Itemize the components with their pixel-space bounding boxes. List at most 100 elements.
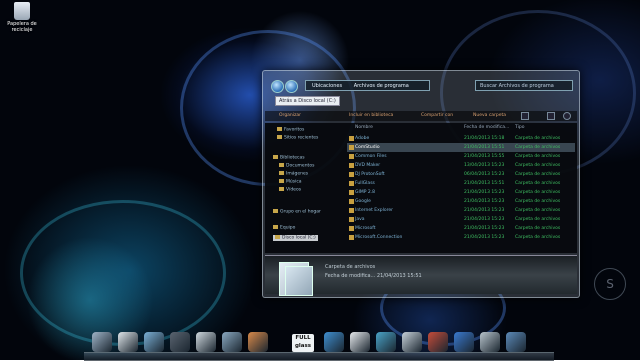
file-row[interactable]: GIMP 2.8 21/04/2013 15:23 Carpeta de archi… xyxy=(347,188,575,197)
include-in-library-button[interactable]: Incluir en biblioteca xyxy=(349,112,393,120)
file-row[interactable]: Java 21/04/2013 15:23 Carpeta de archivos xyxy=(347,215,575,224)
media-icon[interactable] xyxy=(454,332,474,352)
homegroup-icon xyxy=(273,209,278,213)
computer-icon[interactable] xyxy=(92,332,112,352)
gear-icon[interactable] xyxy=(402,332,422,352)
file-row[interactable]: ComStudio 21/04/2013 15:51 Carpeta de arch… xyxy=(347,143,575,152)
view-options-icon[interactable] xyxy=(521,112,529,120)
file-type: Carpeta de archivos xyxy=(515,181,561,186)
sidebar-item-images[interactable]: Imágenes xyxy=(279,171,308,177)
file-row[interactable]: Adobe 21/04/2013 15:18 Carpeta de archivos xyxy=(347,134,575,143)
file-row[interactable]: Google 21/04/2013 15:23 Carpeta de archivo… xyxy=(347,197,575,206)
file-type: Carpeta de archivos xyxy=(515,208,561,213)
file-type: Carpeta de archivos xyxy=(515,154,561,159)
folder-icon xyxy=(349,172,354,177)
details-pane: Carpeta de archivos Fecha de modifica...… xyxy=(265,255,577,296)
organize-button[interactable]: Organizar xyxy=(279,112,301,120)
star-icon xyxy=(277,127,282,131)
address-bar[interactable]: Ubicaciones Archivos de programa xyxy=(305,80,430,91)
file-date: 21/04/2013 15:51 xyxy=(464,145,505,150)
column-headers: Nombre Fecha de modifica... Tipo xyxy=(347,125,575,132)
music-icon xyxy=(279,179,284,183)
column-type[interactable]: Tipo xyxy=(515,125,524,130)
file-name: GIMP 2.8 xyxy=(355,190,375,195)
globe-icon[interactable] xyxy=(324,332,344,352)
search-input[interactable]: Buscar Archivos de programa xyxy=(475,80,573,91)
user-icon[interactable] xyxy=(170,332,190,352)
folder-thumbnail xyxy=(285,266,313,296)
help-icon[interactable] xyxy=(563,112,571,120)
sidebar-item-homegroup[interactable]: Grupo en el hogar xyxy=(273,209,321,215)
watermark-logo: S xyxy=(594,268,626,300)
details-modified: Fecha de modifica... 21/04/2013 15:51 xyxy=(325,273,422,279)
fullglass-icon[interactable]: FULL glass xyxy=(292,334,314,352)
chart-icon[interactable] xyxy=(428,332,448,352)
image-icon xyxy=(279,171,284,175)
file-type: Carpeta de archivos xyxy=(515,172,561,177)
file-date: 21/04/2013 15:55 xyxy=(464,154,505,159)
file-name: ComStudio xyxy=(355,145,380,150)
file-row[interactable]: Microsoft.Connection 21/04/2013 15:23 Carp… xyxy=(347,233,575,242)
file-type: Carpeta de archivos xyxy=(515,226,561,231)
sidebar-item-documents[interactable]: Documentos xyxy=(279,163,314,169)
forward-button[interactable] xyxy=(285,80,298,93)
network-icon[interactable] xyxy=(376,332,396,352)
breadcrumb-item[interactable]: Archivos de programa xyxy=(354,83,409,89)
clock-icon[interactable] xyxy=(506,332,526,352)
file-type: Carpeta de archivos xyxy=(515,145,561,150)
file-row[interactable]: FullGlass 21/04/2013 15:51 Carpeta de arch… xyxy=(347,179,575,188)
folder-icon xyxy=(349,235,354,240)
file-type: Carpeta de archivos xyxy=(515,217,561,222)
phone-icon[interactable] xyxy=(480,332,500,352)
document-icon[interactable] xyxy=(118,332,138,352)
sidebar-item-videos[interactable]: Vídeos xyxy=(279,187,301,193)
back-button[interactable] xyxy=(271,80,284,93)
dock: FULL glass xyxy=(84,330,554,361)
sidebar-item-music[interactable]: Música xyxy=(279,179,302,185)
folder-icon[interactable] xyxy=(144,332,164,352)
explorer-pane: Favoritos Sitios recientes Bibliotecas D… xyxy=(265,123,577,253)
file-date: 21/04/2013 15:51 xyxy=(464,181,505,186)
share-with-button[interactable]: Compartir con xyxy=(421,112,453,120)
details-type: Carpeta de archivos xyxy=(325,264,376,270)
file-row[interactable]: Common Files 21/04/2013 15:55 Carpeta de a… xyxy=(347,152,575,161)
sidebar-item-libraries[interactable]: Bibliotecas xyxy=(273,155,305,161)
file-date: 21/04/2013 15:23 xyxy=(464,208,505,213)
video-icon xyxy=(279,187,284,191)
folder-icon xyxy=(349,145,354,150)
file-type: Carpeta de archivos xyxy=(515,190,561,195)
navigation-pane: Favoritos Sitios recientes Bibliotecas D… xyxy=(269,123,345,253)
column-name[interactable]: Nombre xyxy=(355,125,373,130)
image-icon[interactable] xyxy=(222,332,242,352)
folder-icon xyxy=(277,135,282,139)
recycle-bin[interactable]: Papelera de reciclaje xyxy=(2,2,42,33)
sidebar-item-computer[interactable]: Equipo xyxy=(273,225,295,231)
column-date[interactable]: Fecha de modifica... xyxy=(464,125,509,130)
recycle-bin-label: Papelera de reciclaje xyxy=(7,21,37,33)
note-icon[interactable] xyxy=(350,332,370,352)
file-row[interactable]: DVD Maker 13/04/2013 15:23 Carpeta de arch… xyxy=(347,161,575,170)
file-row[interactable]: DJ ProtonSoft 06/04/2013 15:23 Carpeta de … xyxy=(347,170,575,179)
sidebar-item-recent[interactable]: Sitios recientes xyxy=(277,135,318,141)
file-date: 21/04/2013 15:23 xyxy=(464,217,505,222)
file-date: 06/04/2013 15:23 xyxy=(464,172,505,177)
file-row[interactable]: Microsoft 21/04/2013 15:23 Carpeta de arch… xyxy=(347,224,575,233)
sidebar-item-favorites[interactable]: Favoritos xyxy=(277,127,304,133)
new-folder-button[interactable]: Nueva carpeta xyxy=(473,112,506,120)
sidebar-item-local-disk[interactable]: Disco local (C:) xyxy=(273,235,318,241)
file-name: DVD Maker xyxy=(355,163,381,168)
file-name: Microsoft.Connection xyxy=(355,235,403,240)
computer-icon xyxy=(273,225,278,229)
folder-icon xyxy=(349,163,354,168)
text-icon[interactable] xyxy=(196,332,216,352)
file-name: Microsoft xyxy=(355,226,376,231)
file-row[interactable]: Internet Explorer 21/04/2013 15:23 Carpeta… xyxy=(347,206,575,215)
file-name: Common Files xyxy=(355,154,387,159)
preview-pane-icon[interactable] xyxy=(547,112,555,120)
file-type: Carpeta de archivos xyxy=(515,235,561,240)
paint-icon[interactable] xyxy=(248,332,268,352)
folder-icon xyxy=(349,226,354,231)
folder-icon xyxy=(349,190,354,195)
breadcrumb-item[interactable]: Ubicaciones xyxy=(312,83,342,89)
file-name: Google xyxy=(355,199,371,204)
